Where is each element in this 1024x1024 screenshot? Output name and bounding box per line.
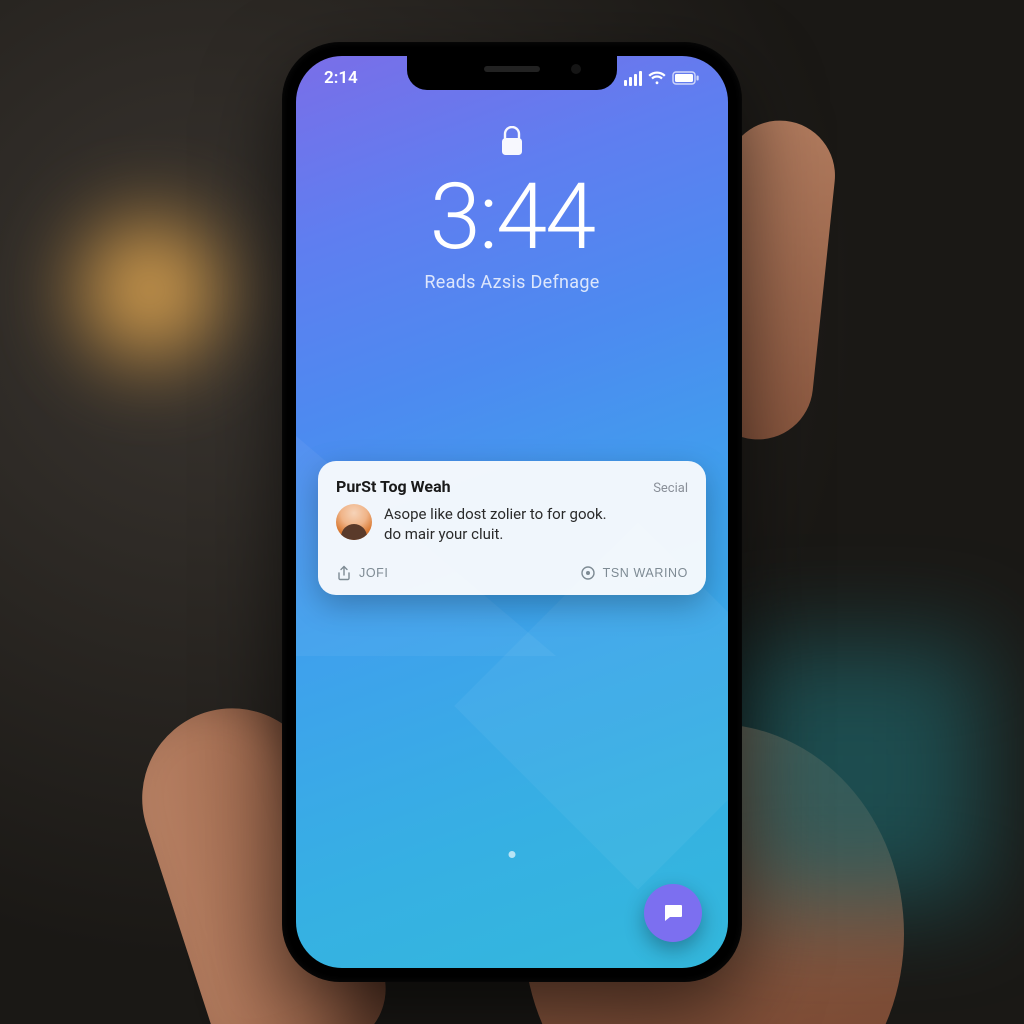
message-fab[interactable] xyxy=(644,884,702,942)
battery-icon xyxy=(672,71,700,85)
notification-text: Asope like dost zolier to for gook. do m… xyxy=(384,504,607,545)
lock-icon xyxy=(499,126,525,162)
phone-front-camera xyxy=(571,64,581,74)
page-indicator-dot xyxy=(509,851,516,858)
share-icon xyxy=(336,565,352,581)
notification-action-right-label: TSN WARINO xyxy=(603,566,688,580)
notification-header: PurSt Tog Weah Secial xyxy=(336,477,688,496)
notification-action-left-label: JOFI xyxy=(359,566,388,580)
notification-category: Secial xyxy=(653,481,688,496)
chat-bubble-icon xyxy=(661,901,685,925)
notification-body-line2: do mair your cluit. xyxy=(384,524,607,544)
status-indicators xyxy=(610,71,700,86)
notification-actions: JOFI TSN WARINO xyxy=(336,563,688,581)
notification-card[interactable]: PurSt Tog Weah Secial Asope like dost zo… xyxy=(318,461,706,595)
lockscreen-clock: 3:44 xyxy=(430,172,594,264)
notification-action-left[interactable]: JOFI xyxy=(336,565,388,581)
wifi-icon xyxy=(648,71,666,85)
notification-action-right[interactable]: TSN WARINO xyxy=(580,565,688,581)
notification-body: Asope like dost zolier to for gook. do m… xyxy=(336,504,688,545)
status-time: 2:14 xyxy=(324,68,404,88)
phone-speaker xyxy=(484,66,540,72)
phone-body: 2:14 3:44 Reads Azsis Defnage xyxy=(282,42,742,982)
target-icon xyxy=(580,565,596,581)
phone-notch xyxy=(407,56,617,90)
lockscreen-area: 3:44 Reads Azsis Defnage xyxy=(296,126,728,293)
cellular-signal-icon xyxy=(624,71,642,86)
notification-title: PurSt Tog Weah xyxy=(336,477,451,496)
lockscreen-date: Reads Azsis Defnage xyxy=(424,272,599,293)
notification-body-line1: Asope like dost zolier to for gook. xyxy=(384,504,607,524)
phone-screen[interactable]: 2:14 3:44 Reads Azsis Defnage xyxy=(296,56,728,968)
avatar xyxy=(336,504,372,540)
background-teal-blur xyxy=(724,644,984,904)
background-lamp-glow xyxy=(60,200,240,380)
